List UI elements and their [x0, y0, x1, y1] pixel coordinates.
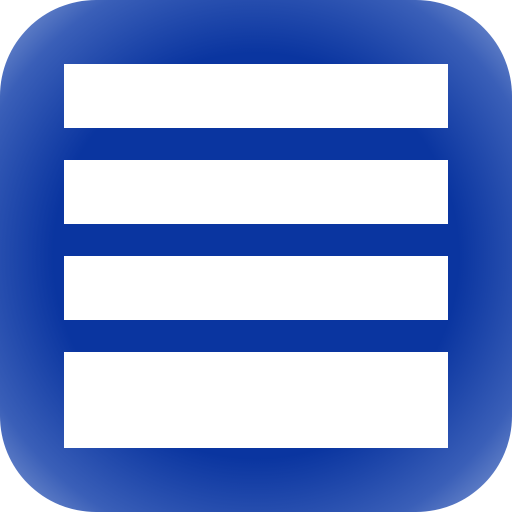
list-line	[64, 352, 448, 448]
list-line	[64, 64, 448, 128]
list-line	[64, 256, 448, 320]
list-icon	[0, 0, 512, 512]
list-line	[64, 160, 448, 224]
